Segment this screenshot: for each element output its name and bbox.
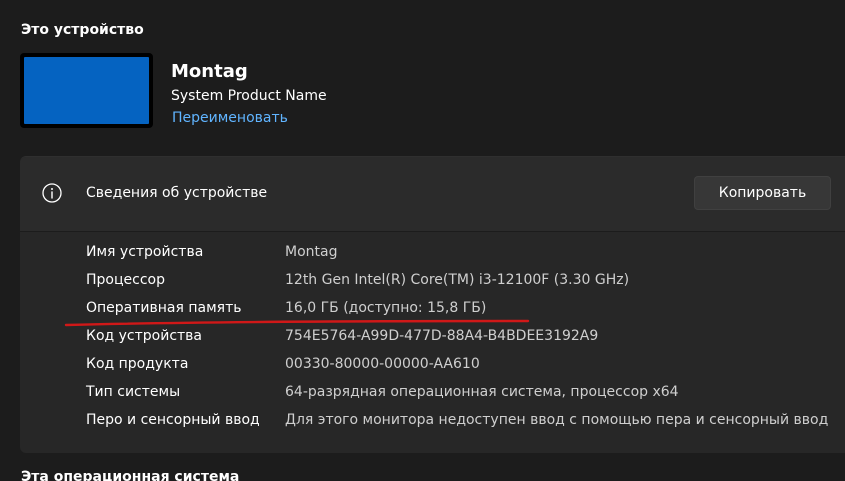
spec-row-system-type: Тип системы 64-разрядная операционная си… xyxy=(86,384,845,412)
spec-value: 16,0 ГБ (доступно: 15,8 ГБ) xyxy=(285,300,487,316)
device-specs-header[interactable]: Сведения об устройстве Копировать xyxy=(20,157,845,232)
device-model: System Product Name xyxy=(171,88,327,104)
device-screen xyxy=(24,57,149,124)
spec-label: Процессор xyxy=(86,272,165,288)
spec-label: Оперативная память xyxy=(86,300,242,316)
spec-row-product-id: Код продукта 00330-80000-00000-AA610 xyxy=(86,356,845,384)
spec-value: 754E5764-A99D-477D-88A4-B4BDEE3192A9 xyxy=(285,328,599,344)
device-monitor-icon xyxy=(20,53,153,128)
copy-button[interactable]: Копировать xyxy=(694,176,831,210)
info-circle-icon xyxy=(42,183,62,203)
spec-value: 00330-80000-00000-AA610 xyxy=(285,356,480,372)
device-specs-title: Сведения об устройстве xyxy=(86,185,268,201)
spec-label: Тип системы xyxy=(86,384,181,400)
spec-value: Montag xyxy=(285,244,338,260)
spec-row-processor: Процессор 12th Gen Intel(R) Core(TM) i3-… xyxy=(86,272,845,300)
device-specs-card: Сведения об устройстве Копировать Имя ус… xyxy=(20,156,845,453)
spec-value: 64-разрядная операционная система, проце… xyxy=(285,384,679,400)
about-page: Это устройство Montag System Product Nam… xyxy=(0,0,845,481)
spec-label: Код устройства xyxy=(86,328,203,344)
this-os-heading: Эта операционная система xyxy=(21,469,240,481)
spec-value: 12th Gen Intel(R) Core(TM) i3-12100F (3.… xyxy=(285,272,630,288)
spec-label: Имя устройства xyxy=(86,244,204,260)
device-name: Montag xyxy=(171,61,248,82)
spec-row-device-name: Имя устройства Montag xyxy=(86,244,845,272)
spec-value: Для этого монитора недоступен ввод с пом… xyxy=(285,412,829,428)
spec-row-device-id: Код устройства 754E5764-A99D-477D-88A4-B… xyxy=(86,328,845,356)
this-device-heading: Это устройство xyxy=(21,22,144,38)
spec-row-ram: Оперативная память 16,0 ГБ (доступно: 15… xyxy=(86,300,845,328)
rename-link[interactable]: Переименовать xyxy=(172,110,288,126)
spec-label: Перо и сенсорный ввод xyxy=(86,412,260,428)
spec-label: Код продукта xyxy=(86,356,189,372)
spec-row-pen-touch: Перо и сенсорный ввод Для этого монитора… xyxy=(86,412,845,440)
